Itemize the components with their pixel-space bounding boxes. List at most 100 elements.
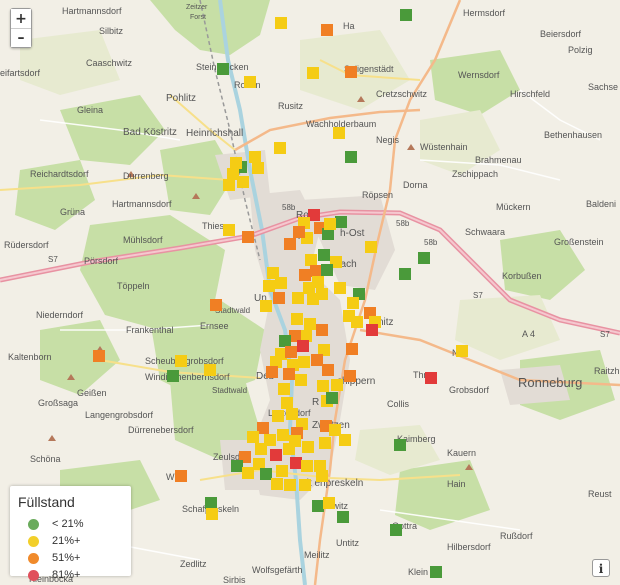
yellow-container-marker[interactable]	[365, 241, 377, 253]
green-container-marker[interactable]	[390, 524, 402, 536]
yellow-container-marker[interactable]	[299, 479, 311, 491]
yellow-container-marker[interactable]	[230, 157, 242, 169]
green-container-marker[interactable]	[205, 497, 217, 509]
green-container-marker[interactable]	[394, 439, 406, 451]
yellow-container-marker[interactable]	[276, 465, 288, 477]
yellow-container-marker[interactable]	[333, 127, 345, 139]
yellow-container-marker[interactable]	[255, 443, 267, 455]
yellow-container-marker[interactable]	[284, 479, 296, 491]
yellow-container-marker[interactable]	[252, 162, 264, 174]
green-container-marker[interactable]	[321, 264, 333, 276]
yellow-container-marker[interactable]	[278, 383, 290, 395]
yellow-container-marker[interactable]	[206, 508, 218, 520]
yellow-container-marker[interactable]	[319, 437, 331, 449]
green-container-marker[interactable]	[231, 460, 243, 472]
orange-container-marker[interactable]	[344, 370, 356, 382]
orange-container-marker[interactable]	[321, 24, 333, 36]
place-label-langengrobsdorf: Langengrobsdorf	[85, 410, 154, 420]
zoom-out-button[interactable]: –	[11, 28, 31, 47]
yellow-container-marker[interactable]	[291, 313, 303, 325]
info-button[interactable]: i	[592, 559, 610, 577]
yellow-container-marker[interactable]	[277, 429, 289, 441]
yellow-container-marker[interactable]	[242, 467, 254, 479]
orange-container-marker[interactable]	[175, 470, 187, 482]
yellow-container-marker[interactable]	[323, 497, 335, 509]
yellow-container-marker[interactable]	[351, 316, 363, 328]
green-container-marker[interactable]	[430, 566, 442, 578]
green-container-marker[interactable]	[312, 500, 324, 512]
orange-container-marker[interactable]	[285, 346, 297, 358]
green-container-marker[interactable]	[318, 249, 330, 261]
yellow-container-marker[interactable]	[292, 292, 304, 304]
yellow-container-marker[interactable]	[304, 318, 316, 330]
yellow-container-marker[interactable]	[272, 410, 284, 422]
yellow-container-marker[interactable]	[223, 224, 235, 236]
green-container-marker[interactable]	[167, 370, 179, 382]
yellow-container-marker[interactable]	[249, 151, 261, 163]
orange-container-marker[interactable]	[266, 366, 278, 378]
red-container-marker[interactable]	[366, 324, 378, 336]
yellow-container-marker[interactable]	[316, 470, 328, 482]
orange-container-marker[interactable]	[273, 292, 285, 304]
green-container-marker[interactable]	[399, 268, 411, 280]
orange-container-marker[interactable]	[346, 343, 358, 355]
green-container-marker[interactable]	[335, 216, 347, 228]
yellow-container-marker[interactable]	[298, 356, 310, 368]
orange-container-marker[interactable]	[311, 354, 323, 366]
map[interactable]: Hartmannsdorf Zeitzer Forst Ha Hermsdorf Beie…	[0, 0, 620, 585]
red-container-marker[interactable]	[297, 340, 309, 352]
yellow-container-marker[interactable]	[274, 142, 286, 154]
yellow-container-marker[interactable]	[260, 300, 272, 312]
yellow-container-marker[interactable]	[302, 441, 314, 453]
green-container-marker[interactable]	[345, 151, 357, 163]
yellow-container-marker[interactable]	[271, 478, 283, 490]
yellow-container-marker[interactable]	[204, 364, 216, 376]
yellow-container-marker[interactable]	[334, 282, 346, 294]
yellow-container-marker[interactable]	[281, 397, 293, 409]
place-label-frankenthal: Frankenthal	[126, 325, 174, 335]
green-container-marker[interactable]	[326, 392, 338, 404]
orange-container-marker[interactable]	[322, 364, 334, 376]
yellow-container-marker[interactable]	[317, 380, 329, 392]
yellow-container-marker[interactable]	[331, 379, 343, 391]
yellow-container-marker[interactable]	[324, 218, 336, 230]
yellow-container-marker[interactable]	[347, 297, 359, 309]
yellow-container-marker[interactable]	[175, 355, 187, 367]
red-container-marker[interactable]	[290, 457, 302, 469]
orange-container-marker[interactable]	[316, 324, 328, 336]
yellow-container-marker[interactable]	[305, 254, 317, 266]
yellow-container-marker[interactable]	[289, 435, 301, 447]
yellow-container-marker[interactable]	[456, 345, 468, 357]
yellow-container-marker[interactable]	[237, 176, 249, 188]
zoom-in-button[interactable]: +	[11, 9, 31, 28]
yellow-container-marker[interactable]	[247, 431, 259, 443]
orange-container-marker[interactable]	[93, 350, 105, 362]
orange-container-marker[interactable]	[345, 66, 357, 78]
yellow-container-marker[interactable]	[223, 179, 235, 191]
green-container-marker[interactable]	[418, 252, 430, 264]
orange-container-marker[interactable]	[242, 231, 254, 243]
green-container-marker[interactable]	[337, 511, 349, 523]
green-container-marker[interactable]	[260, 468, 272, 480]
yellow-container-marker[interactable]	[275, 17, 287, 29]
yellow-container-marker[interactable]	[312, 276, 324, 288]
yellow-container-marker[interactable]	[295, 374, 307, 386]
green-container-marker[interactable]	[217, 63, 229, 75]
red-container-marker[interactable]	[270, 449, 282, 461]
orange-container-marker[interactable]	[284, 238, 296, 250]
red-container-marker[interactable]	[425, 372, 437, 384]
orange-container-marker[interactable]	[299, 269, 311, 281]
orange-container-marker[interactable]	[310, 265, 322, 277]
orange-container-marker[interactable]	[283, 368, 295, 380]
yellow-container-marker[interactable]	[339, 434, 351, 446]
green-container-marker[interactable]	[400, 9, 412, 21]
yellow-container-marker[interactable]	[307, 293, 319, 305]
yellow-container-marker[interactable]	[263, 280, 275, 292]
yellow-container-marker[interactable]	[301, 460, 313, 472]
yellow-container-marker[interactable]	[244, 76, 256, 88]
green-container-marker[interactable]	[279, 335, 291, 347]
orange-container-marker[interactable]	[293, 226, 305, 238]
yellow-container-marker[interactable]	[307, 67, 319, 79]
orange-container-marker[interactable]	[210, 299, 222, 311]
yellow-container-marker[interactable]	[275, 277, 287, 289]
